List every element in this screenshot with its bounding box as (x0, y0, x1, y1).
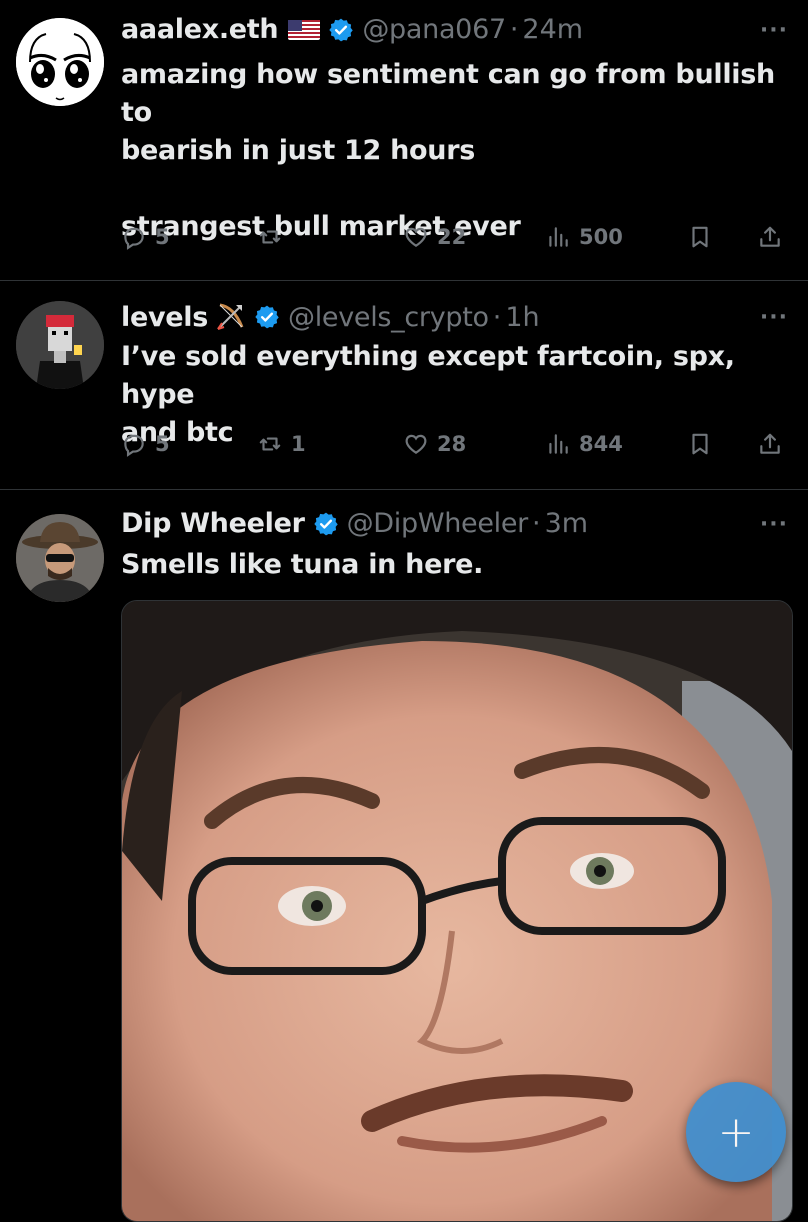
us-flag-icon (288, 19, 321, 40)
pixel-character-avatar-image (16, 301, 104, 389)
like-icon (405, 434, 427, 454)
share-icon (760, 226, 780, 247)
cowboy-hat-avatar-image (16, 514, 104, 602)
views-count: 500 (579, 225, 623, 249)
views-button[interactable]: 844 (545, 431, 623, 457)
bow-and-arrow-icon (217, 303, 244, 330)
verified-icon[interactable] (328, 17, 354, 43)
handle[interactable]: @pana067 (362, 14, 506, 45)
share-icon (760, 433, 780, 454)
repost-button[interactable]: 1 (257, 431, 306, 457)
tweet-text: Smells like tuna in here. (121, 546, 796, 584)
text-line: Smells like tuna in here. (121, 549, 484, 580)
views-button[interactable]: 500 (545, 224, 623, 250)
display-name[interactable]: aaalex.eth (121, 14, 279, 45)
repost-button[interactable] (257, 224, 291, 250)
verified-icon[interactable] (313, 511, 339, 537)
verified-icon[interactable] (254, 304, 280, 330)
views-icon (549, 434, 568, 454)
tweet-header: Dip Wheeler @DipWheeler · 3m (121, 508, 588, 539)
action-bar: 5 22 500 (121, 224, 786, 256)
tweet-2[interactable]: levels @levels_crypto · 1h ··· I’ve sold… (0, 281, 808, 489)
more-icon[interactable]: ··· (760, 18, 788, 43)
display-name[interactable]: Dip Wheeler (121, 508, 305, 539)
like-count: 22 (437, 225, 467, 249)
repost-count: 1 (291, 432, 306, 456)
separator: · (492, 301, 502, 333)
anime-face-avatar-image (16, 18, 104, 106)
bookmark-button[interactable] (687, 431, 721, 457)
reply-button[interactable]: 5 (121, 224, 170, 250)
repost-icon (259, 230, 281, 244)
views-icon (549, 227, 568, 247)
tweet-header: aaalex.eth @pana067 · 24m (121, 14, 583, 45)
bookmark-icon (692, 433, 708, 455)
tweet-text: amazing how sentiment can go from bullis… (121, 56, 796, 246)
repost-icon (259, 437, 281, 451)
like-count: 28 (437, 432, 467, 456)
separator: · (532, 508, 541, 539)
tweet-1[interactable]: aaalex.eth @pana067 · 24m ··· amazing ho… (0, 0, 808, 280)
reply-count: 5 (155, 432, 170, 456)
timestamp[interactable]: 3m (545, 508, 588, 539)
reply-icon (124, 434, 144, 457)
like-icon (405, 227, 427, 247)
text-line (121, 170, 796, 208)
bookmark-button[interactable] (687, 224, 721, 250)
bookmark-icon (692, 226, 708, 248)
separator: · (509, 14, 519, 45)
reply-icon (124, 227, 144, 250)
reply-count: 5 (155, 225, 170, 249)
text-line: bearish in just 12 hours (121, 135, 476, 166)
display-name[interactable]: levels (121, 302, 208, 333)
compose-icon: + (717, 1106, 755, 1158)
handle[interactable]: @levels_crypto (288, 302, 489, 333)
avatar[interactable] (16, 514, 104, 602)
text-line: amazing how sentiment can go from bullis… (121, 59, 775, 128)
avatar[interactable] (16, 18, 104, 106)
timestamp[interactable]: 1h (505, 302, 539, 333)
like-button[interactable]: 28 (403, 431, 466, 457)
reply-button[interactable]: 5 (121, 431, 170, 457)
share-button[interactable] (757, 431, 791, 457)
avatar[interactable] (16, 301, 104, 389)
views-count: 844 (579, 432, 623, 456)
more-icon[interactable]: ··· (760, 512, 788, 537)
action-bar: 5 1 28 844 (121, 431, 786, 463)
text-line: I’ve sold everything except fartcoin, sp… (121, 341, 735, 410)
tweet-header: levels @levels_crypto · 1h (121, 301, 540, 333)
timestamp[interactable]: 24m (522, 14, 583, 45)
compose-button[interactable]: + (686, 1082, 786, 1182)
more-icon[interactable]: ··· (760, 305, 788, 330)
like-button[interactable]: 22 (403, 224, 466, 250)
share-button[interactable] (757, 224, 791, 250)
handle[interactable]: @DipWheeler (347, 508, 529, 539)
